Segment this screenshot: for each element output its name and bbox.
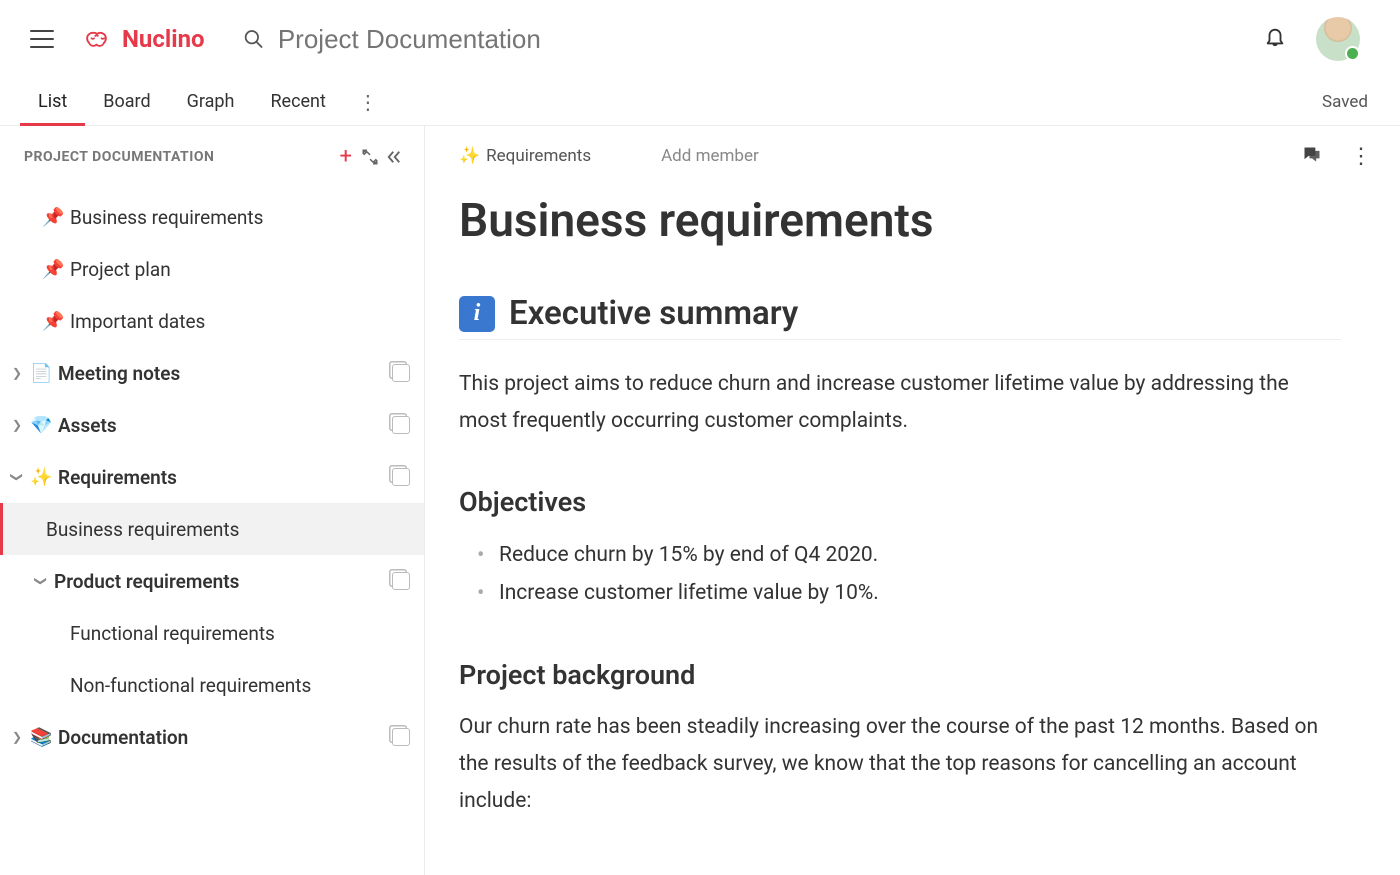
section-heading[interactable]: Executive summary bbox=[509, 294, 798, 333]
chevron-right-icon: ❯ bbox=[10, 730, 24, 744]
search-input[interactable] bbox=[278, 24, 1246, 55]
chevron-down-icon: ❯ bbox=[34, 574, 48, 588]
section-heading[interactable]: Objectives bbox=[459, 486, 1341, 518]
comments-button[interactable] bbox=[1302, 145, 1322, 169]
chevron-right-icon: ❯ bbox=[10, 366, 24, 380]
paragraph[interactable]: This project aims to reduce churn and in… bbox=[459, 366, 1341, 440]
search-icon bbox=[243, 28, 264, 50]
bullet-list: Reduce churn by 15% by end of Q4 2020. I… bbox=[459, 536, 1341, 614]
sidebar-header: PROJECT DOCUMENTATION + bbox=[0, 126, 424, 187]
chevron-double-left-icon bbox=[385, 148, 403, 166]
tab-recent[interactable]: Recent bbox=[252, 78, 343, 125]
notifications-button[interactable] bbox=[1264, 26, 1286, 52]
tree-item-business-requirements[interactable]: Business requirements bbox=[0, 503, 424, 555]
tree-item-functional-requirements[interactable]: Functional requirements bbox=[0, 607, 424, 659]
expand-icon bbox=[361, 148, 379, 166]
tree-label: Product requirements bbox=[54, 570, 386, 593]
tree-folder-documentation[interactable]: ❯ 📚 Documentation bbox=[0, 711, 424, 763]
tree-label: Documentation bbox=[58, 726, 386, 749]
tab-list[interactable]: List bbox=[20, 78, 85, 125]
header-actions bbox=[1264, 17, 1360, 61]
new-item-button[interactable]: + bbox=[334, 144, 358, 169]
brand-name: Nuclino bbox=[122, 25, 205, 53]
tree-label: Non-functional requirements bbox=[70, 674, 410, 697]
save-status: Saved bbox=[1322, 92, 1380, 112]
sidebar: PROJECT DOCUMENTATION + 📌 Business requi… bbox=[0, 126, 425, 875]
brain-icon bbox=[84, 24, 114, 54]
list-item[interactable]: Increase customer lifetime value by 10%. bbox=[477, 574, 1341, 613]
tree-label: Requirements bbox=[58, 466, 386, 489]
list-item[interactable]: Reduce churn by 15% by end of Q4 2020. bbox=[477, 536, 1341, 575]
document-content: ⋮ ✨ Requirements Add member Business req… bbox=[425, 126, 1400, 875]
chat-icon bbox=[1302, 145, 1322, 165]
brand-logo[interactable]: Nuclino bbox=[84, 24, 205, 54]
search-area bbox=[243, 24, 1246, 55]
document-more-button[interactable]: ⋮ bbox=[1350, 144, 1372, 169]
collection-icon bbox=[392, 728, 410, 746]
chevron-right-icon: ❯ bbox=[10, 418, 24, 432]
collection-icon bbox=[392, 468, 410, 486]
section-heading[interactable]: Project background bbox=[459, 659, 1341, 691]
pinned-item[interactable]: 📌 Project plan bbox=[0, 243, 424, 295]
tree-folder-assets[interactable]: ❯ 💎 Assets bbox=[0, 399, 424, 451]
tab-graph[interactable]: Graph bbox=[169, 78, 253, 125]
collapse-sidebar-button[interactable] bbox=[382, 148, 406, 166]
tree-folder-meeting-notes[interactable]: ❯ 📄 Meeting notes bbox=[0, 347, 424, 399]
tree-label: Meeting notes bbox=[58, 362, 386, 385]
collection-icon bbox=[392, 572, 410, 590]
collection-icon bbox=[392, 364, 410, 382]
pinned-item[interactable]: 📌 Business requirements bbox=[0, 191, 424, 243]
tree-label: Project plan bbox=[70, 258, 410, 281]
sparkles-icon: ✨ bbox=[459, 146, 480, 166]
document-body: ✨ Requirements Add member Business requi… bbox=[425, 126, 1375, 859]
tree-label: Assets bbox=[58, 414, 386, 437]
pin-icon: 📌 bbox=[42, 207, 64, 228]
tabs-more-button[interactable]: ⋮ bbox=[350, 90, 386, 114]
tree-label: Important dates bbox=[70, 310, 410, 333]
tree-item-nonfunctional-requirements[interactable]: Non-functional requirements bbox=[0, 659, 424, 711]
expand-button[interactable] bbox=[358, 148, 382, 166]
paragraph[interactable]: Our churn rate has been steadily increas… bbox=[459, 709, 1341, 819]
menu-toggle-button[interactable] bbox=[30, 30, 54, 48]
breadcrumb-item[interactable]: ✨ Requirements bbox=[459, 146, 591, 166]
collection-icon bbox=[392, 416, 410, 434]
tree-folder-product-requirements[interactable]: ❯ Product requirements bbox=[0, 555, 424, 607]
tree-label: Business requirements bbox=[70, 206, 410, 229]
add-member-button[interactable]: Add member bbox=[661, 146, 759, 166]
section-heading-row: i Executive summary bbox=[459, 294, 1341, 340]
pinned-item[interactable]: 📌 Important dates bbox=[0, 295, 424, 347]
gem-icon: 💎 bbox=[30, 415, 52, 436]
page-title[interactable]: Business requirements bbox=[459, 194, 1341, 248]
breadcrumb: ✨ Requirements Add member bbox=[459, 146, 1341, 166]
tab-board[interactable]: Board bbox=[85, 78, 168, 125]
document-actions: ⋮ bbox=[1302, 144, 1372, 169]
chevron-down-icon: ❯ bbox=[10, 470, 24, 484]
tree-folder-requirements[interactable]: ❯ ✨ Requirements bbox=[0, 451, 424, 503]
sidebar-tree: 📌 Business requirements 📌 Project plan 📌… bbox=[0, 187, 424, 783]
info-icon: i bbox=[459, 296, 495, 332]
app-header: Nuclino bbox=[0, 0, 1400, 78]
bell-icon bbox=[1264, 26, 1286, 48]
main-layout: PROJECT DOCUMENTATION + 📌 Business requi… bbox=[0, 126, 1400, 875]
tree-label: Business requirements bbox=[46, 518, 410, 541]
books-icon: 📚 bbox=[30, 727, 52, 748]
sparkles-icon: ✨ bbox=[30, 467, 52, 488]
breadcrumb-label: Requirements bbox=[486, 146, 591, 166]
workspace-title: PROJECT DOCUMENTATION bbox=[24, 149, 334, 165]
file-icon: 📄 bbox=[30, 363, 52, 384]
pin-icon: 📌 bbox=[42, 311, 64, 332]
user-avatar[interactable] bbox=[1316, 17, 1360, 61]
tree-label: Functional requirements bbox=[70, 622, 410, 645]
pin-icon: 📌 bbox=[42, 259, 64, 280]
view-tabs: List Board Graph Recent ⋮ Saved bbox=[0, 78, 1400, 126]
